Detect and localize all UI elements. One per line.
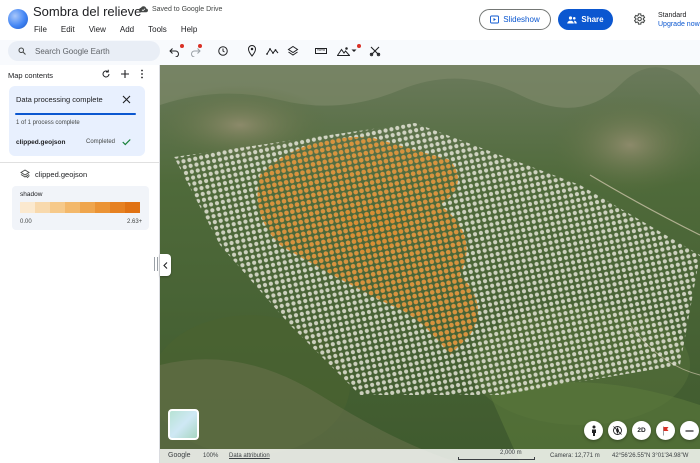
people-icon bbox=[567, 15, 578, 23]
legend-swatch bbox=[125, 202, 140, 213]
layer-name: clipped.geojson bbox=[35, 169, 88, 179]
pegman-icon bbox=[591, 425, 596, 436]
menu-bar: File Edit View Add Tools Help bbox=[34, 25, 211, 34]
legend-title: shadow bbox=[20, 191, 43, 198]
legend-min-value: 0.00 bbox=[20, 219, 32, 225]
panel-resize-handle[interactable] bbox=[154, 257, 158, 271]
slideshow-label: Slideshow bbox=[503, 15, 540, 24]
draw-path-button[interactable] bbox=[265, 44, 279, 58]
terrain-button[interactable] bbox=[336, 44, 350, 58]
tools-button[interactable] bbox=[368, 44, 382, 58]
redo-indicator-dot bbox=[198, 44, 202, 48]
processed-file-status: Completed bbox=[86, 139, 116, 145]
check-icon bbox=[122, 139, 131, 146]
undo-icon bbox=[168, 47, 179, 57]
menu-help[interactable]: Help bbox=[181, 25, 197, 34]
menu-add[interactable]: Add bbox=[120, 25, 134, 34]
legend-color-ramp bbox=[20, 202, 140, 213]
compass-icon bbox=[613, 426, 622, 435]
menu-file[interactable]: File bbox=[34, 25, 47, 34]
history-icon bbox=[218, 46, 228, 56]
plan-name: Standard bbox=[658, 12, 687, 19]
map-contents-title: Map contents bbox=[8, 71, 54, 80]
chevron-down-icon[interactable] bbox=[351, 49, 357, 53]
terrain-indicator-dot bbox=[357, 44, 361, 48]
minus-icon bbox=[685, 429, 694, 432]
legend-max-value: 2.63+ bbox=[127, 219, 143, 225]
add-icon[interactable] bbox=[120, 69, 130, 79]
chevron-left-icon bbox=[163, 261, 168, 269]
legend-swatch bbox=[110, 202, 125, 213]
zoom-level: 100% bbox=[203, 453, 219, 459]
layers-button[interactable] bbox=[286, 44, 300, 58]
gear-icon[interactable] bbox=[632, 12, 646, 26]
progress-text: 1 of 1 process complete bbox=[16, 120, 80, 126]
project-title[interactable]: Sombra del relieve bbox=[33, 4, 141, 19]
more-vert-icon[interactable] bbox=[140, 69, 144, 79]
collapse-panel-button[interactable] bbox=[160, 254, 171, 276]
ruler-icon bbox=[315, 48, 327, 54]
upgrade-link[interactable]: Upgrade now bbox=[658, 20, 700, 29]
menu-view[interactable]: View bbox=[89, 25, 106, 34]
legend-swatch bbox=[20, 202, 35, 213]
measure-button[interactable] bbox=[314, 44, 328, 58]
top-bar: Sombra del relieve Saved to Google Drive… bbox=[0, 0, 700, 40]
map-footer: Google 100% Data attribution 2,000 m Cam… bbox=[160, 449, 700, 463]
tools-icon bbox=[369, 46, 381, 57]
legend-swatch bbox=[80, 202, 95, 213]
share-label: Share bbox=[581, 15, 604, 24]
legend-swatch bbox=[50, 202, 65, 213]
save-status-text: Saved to Google Drive bbox=[152, 6, 223, 13]
share-button[interactable]: Share bbox=[558, 9, 613, 30]
map-style-button[interactable] bbox=[168, 409, 199, 440]
view-2d-label: 2D bbox=[637, 427, 646, 434]
search-box[interactable] bbox=[8, 41, 160, 61]
save-status: Saved to Google Drive bbox=[139, 6, 222, 13]
processed-file-name: clipped.geojson bbox=[16, 139, 66, 146]
flag-icon bbox=[662, 426, 668, 435]
cloud-check-icon bbox=[139, 6, 148, 13]
layers-icon bbox=[287, 45, 299, 56]
view-2d-button[interactable]: 2D bbox=[632, 421, 651, 440]
path-icon bbox=[265, 48, 278, 55]
location-button[interactable] bbox=[656, 421, 675, 440]
search-input[interactable] bbox=[35, 46, 145, 56]
search-icon bbox=[18, 47, 26, 55]
pegman-button[interactable] bbox=[584, 421, 603, 440]
scale-bar bbox=[458, 457, 535, 460]
plan-info: Standard Upgrade now bbox=[658, 11, 700, 29]
layer-item[interactable]: clipped.geojson bbox=[20, 169, 87, 179]
processing-progress-bar bbox=[15, 113, 136, 115]
map-view[interactable] bbox=[160, 65, 700, 463]
layer-stack-icon bbox=[20, 169, 30, 179]
menu-tools[interactable]: Tools bbox=[148, 25, 167, 34]
pin-icon bbox=[247, 45, 257, 57]
zoom-out-button[interactable] bbox=[680, 421, 699, 440]
menu-edit[interactable]: Edit bbox=[61, 25, 75, 34]
terrain-icon bbox=[336, 46, 350, 56]
google-logo: Google bbox=[168, 452, 191, 459]
camera-altitude: Camera: 12,771 m bbox=[550, 453, 600, 459]
close-icon[interactable] bbox=[122, 95, 131, 104]
undo-indicator-dot bbox=[180, 44, 184, 48]
compass-button[interactable] bbox=[608, 421, 627, 440]
legend-swatch bbox=[65, 202, 80, 213]
slideshow-button[interactable]: Slideshow bbox=[479, 9, 551, 30]
processing-status-title: Data processing complete bbox=[16, 95, 103, 104]
add-placemark-button[interactable] bbox=[245, 44, 259, 58]
scale-label: 2,000 m bbox=[500, 450, 522, 456]
undo-button[interactable] bbox=[167, 44, 181, 58]
slideshow-icon bbox=[490, 15, 500, 24]
data-attribution-link[interactable]: Data attribution bbox=[229, 453, 270, 459]
satellite-terrain bbox=[160, 65, 700, 463]
legend-swatch bbox=[35, 202, 50, 213]
history-button[interactable] bbox=[216, 44, 230, 58]
legend-swatch bbox=[95, 202, 110, 213]
divider bbox=[0, 162, 159, 163]
cursor-coordinates: 42°56'26.55"N 3°01'34.98"W bbox=[612, 453, 689, 459]
refresh-icon[interactable] bbox=[101, 69, 111, 79]
google-earth-logo[interactable] bbox=[8, 9, 28, 29]
